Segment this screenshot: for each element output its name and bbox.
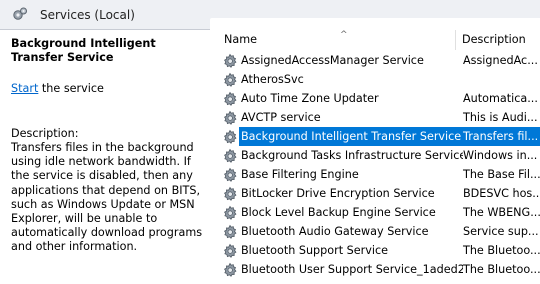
- service-description-cell: BDESVC hos...: [463, 187, 540, 200]
- table-row[interactable]: Bluetooth Audio Gateway Service Service s…: [215, 222, 540, 241]
- service-description-cell: The Bluetoo...: [463, 244, 540, 257]
- service-description-cell: Automatica...: [463, 92, 538, 105]
- table-row[interactable]: Block Level Backup Engine Service The WBE…: [215, 203, 540, 222]
- selected-service-title: Background Intelligent Transfer Service: [11, 37, 156, 64]
- service-name-cell: BitLocker Drive Encryption Service: [241, 187, 435, 200]
- service-name-cell: AtherosSvc: [241, 73, 304, 86]
- table-row[interactable]: Background Intelligent Transfer Service T…: [215, 127, 540, 146]
- table-row[interactable]: Background Tasks Infrastructure Service W…: [215, 146, 540, 165]
- description-label: Description:: [11, 127, 79, 140]
- window-title: Services (Local): [40, 8, 135, 22]
- service-gear-icon: [222, 72, 238, 88]
- service-name-cell: AssignedAccessManager Service: [241, 54, 424, 67]
- service-name-cell: Block Level Backup Engine Service: [241, 206, 436, 219]
- service-gear-icon: [222, 262, 238, 278]
- service-name-cell: Background Tasks Infrastructure Service: [241, 149, 463, 162]
- description-text: Transfers files in the background using …: [11, 141, 203, 254]
- sort-ascending-icon: ^: [340, 30, 348, 40]
- service-gear-icon: [222, 167, 238, 183]
- service-description-cell: Transfers fil...: [461, 127, 540, 146]
- service-description-cell: The Base Fil...: [463, 168, 540, 181]
- service-name-cell: Background Intelligent Transfer Service: [239, 127, 463, 146]
- gears-icon: [13, 7, 27, 20]
- start-service-link[interactable]: Start: [11, 82, 38, 95]
- table-row[interactable]: Auto Time Zone Updater Automatica...: [215, 89, 540, 108]
- service-description-cell: The WBENG...: [463, 206, 540, 219]
- table-row[interactable]: Base Filtering Engine The Base Fil...: [215, 165, 540, 184]
- table-row[interactable]: AVCTP service This is Audi...: [215, 108, 540, 127]
- service-description-cell: This is Audi...: [463, 111, 538, 124]
- header-tab-surface: [210, 18, 540, 30]
- service-gear-icon: [222, 91, 238, 107]
- table-row[interactable]: AssignedAccessManager Service AssignedAc.…: [215, 51, 540, 70]
- table-row[interactable]: BitLocker Drive Encryption Service BDESVC…: [215, 184, 540, 203]
- service-name-cell: Base Filtering Engine: [241, 168, 359, 181]
- start-service-suffix: the service: [38, 82, 104, 95]
- table-row[interactable]: Bluetooth User Support Service_1aded2d Th…: [215, 260, 540, 279]
- service-name-cell: Auto Time Zone Updater: [241, 92, 379, 105]
- service-name-cell: Bluetooth Audio Gateway Service: [241, 225, 429, 238]
- service-name-cell: Bluetooth User Support Service_1aded2d: [241, 263, 463, 276]
- column-header-description[interactable]: Description: [462, 30, 526, 49]
- column-header-name[interactable]: Name: [224, 30, 257, 49]
- service-description-cell: AssignedAc...: [463, 54, 538, 67]
- details-pane: Background Intelligent Transfer Service …: [0, 30, 208, 277]
- service-gear-icon: [222, 148, 238, 164]
- service-gear-icon: [222, 205, 238, 221]
- service-rows: AssignedAccessManager Service AssignedAc.…: [215, 51, 540, 279]
- service-name-cell: Bluetooth Support Service: [241, 244, 388, 257]
- service-gear-icon: [222, 243, 238, 259]
- service-gear-icon: [222, 129, 238, 145]
- service-name-cell: AVCTP service: [241, 111, 321, 124]
- service-description-cell: Windows in...: [463, 149, 538, 162]
- service-gear-icon: [222, 186, 238, 202]
- services-list: ^ Name Description AssignedAccessManager…: [215, 30, 540, 277]
- service-description-cell: Service sup...: [463, 225, 539, 238]
- column-divider[interactable]: [455, 30, 456, 50]
- service-gear-icon: [222, 224, 238, 240]
- service-gear-icon: [222, 110, 238, 126]
- start-service-line: Start the service: [11, 82, 104, 96]
- service-description-cell: The Bluetoo...: [463, 263, 540, 276]
- service-description-cell: [461, 70, 540, 89]
- table-row[interactable]: Bluetooth Support Service The Bluetoo...: [215, 241, 540, 260]
- service-gear-icon: [222, 53, 238, 69]
- table-row[interactable]: AtherosSvc: [215, 70, 540, 89]
